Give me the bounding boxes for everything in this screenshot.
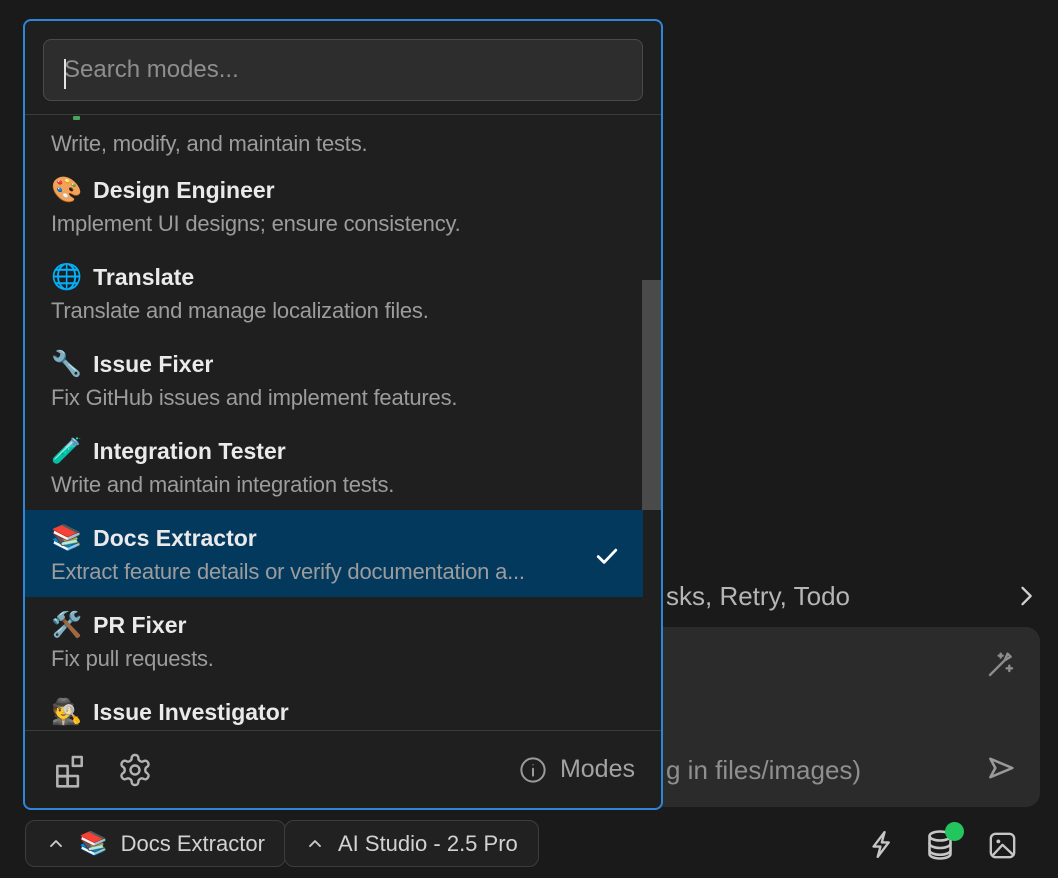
- globe-emoji-icon: 🌐: [51, 265, 82, 290]
- mode-name: Integration Tester: [93, 438, 286, 465]
- mode-item-design-engineer[interactable]: 🎨 Design Engineer Implement UI designs; en…: [25, 162, 643, 249]
- mode-item-issue-investigator[interactable]: 🕵️ Issue Investigator: [25, 684, 643, 730]
- settings-gear-icon[interactable]: [117, 752, 153, 788]
- text-caret: [64, 59, 66, 89]
- scrollbar-thumb[interactable]: [642, 280, 661, 510]
- context-condense-row: sks, Retry, Todo: [666, 574, 1040, 618]
- mode-description: Write and maintain integration tests.: [51, 471, 619, 499]
- mode-item-translate[interactable]: 🌐 Translate Translate and manage localizat…: [25, 249, 643, 336]
- mode-description: Extract feature details or verify docume…: [51, 558, 619, 586]
- books-emoji-icon: 📚: [79, 832, 108, 855]
- mode-description: Fix GitHub issues and implement features…: [51, 384, 619, 412]
- mode-description: Implement UI designs; ensure consistency…: [51, 210, 619, 238]
- image-icon[interactable]: [986, 829, 1019, 862]
- books-emoji-icon: 📚: [51, 526, 82, 551]
- mode-name: Docs Extractor: [93, 525, 257, 552]
- chevron-up-icon: [46, 834, 66, 854]
- chat-placeholder-fragment: g in files/images): [666, 755, 861, 786]
- mode-name: PR Fixer: [93, 612, 186, 639]
- mode-name: Design Engineer: [93, 177, 274, 204]
- mode-item-integration-tester[interactable]: 🧪 Integration Tester Write and maintain in…: [25, 423, 643, 510]
- mode-name: Issue Fixer: [93, 351, 213, 378]
- info-icon: [518, 755, 548, 785]
- chevron-right-icon[interactable]: [1012, 582, 1040, 610]
- context-row-text: sks, Retry, Todo: [666, 581, 850, 612]
- mode-item-pr-fixer[interactable]: 🛠️ PR Fixer Fix pull requests.: [25, 597, 643, 684]
- extensions-icon[interactable]: [51, 751, 89, 789]
- mode-name: Issue Investigator: [93, 699, 289, 726]
- send-icon[interactable]: [984, 751, 1018, 785]
- check-icon: [593, 542, 621, 570]
- mode-item-scrolled-partial[interactable]: Write, modify, and maintain tests.: [25, 115, 643, 162]
- mode-item-issue-fixer[interactable]: 🔧 Issue Fixer Fix GitHub issues and implem…: [25, 336, 643, 423]
- app-canvas: sks, Retry, Todo g in files/images) 📚 Do…: [0, 0, 1058, 878]
- mode-item-docs-extractor[interactable]: 📚 Docs Extractor Extract feature details o…: [25, 510, 643, 597]
- mode-picker-popover: Write, modify, and maintain tests. 🎨 Desig…: [23, 19, 663, 810]
- mode-selector-button[interactable]: 📚 Docs Extractor: [25, 820, 286, 867]
- mode-list: Write, modify, and maintain tests. 🎨 Desig…: [25, 115, 661, 730]
- hammer-wrench-emoji-icon: 🛠️: [51, 613, 82, 638]
- detective-emoji-icon: 🕵️: [51, 700, 82, 725]
- mode-name: Translate: [93, 264, 194, 291]
- mode-picker-footer: Modes: [25, 730, 661, 808]
- search-modes-input[interactable]: [43, 39, 643, 101]
- modes-info-label: Modes: [560, 755, 635, 784]
- test-tube-emoji-sliver: [73, 116, 80, 120]
- mode-description: Fix pull requests.: [51, 645, 619, 673]
- test-tube-emoji-icon: 🧪: [51, 439, 82, 464]
- flash-icon[interactable]: [866, 828, 899, 861]
- mode-description: Write, modify, and maintain tests.: [51, 130, 619, 158]
- model-selector-button[interactable]: AI Studio - 2.5 Pro: [284, 820, 539, 867]
- chevron-up-icon: [305, 834, 325, 854]
- palette-emoji-icon: 🎨: [51, 178, 82, 203]
- wrench-emoji-icon: 🔧: [51, 352, 82, 377]
- status-online-dot: [945, 822, 964, 841]
- search-wrap: [25, 21, 661, 114]
- mode-selector-label: Docs Extractor: [121, 831, 265, 857]
- sparkle-wand-icon[interactable]: [984, 649, 1016, 681]
- model-selector-label: AI Studio - 2.5 Pro: [338, 831, 518, 857]
- mode-description: Translate and manage localization files.: [51, 297, 619, 325]
- database-icon[interactable]: [922, 827, 958, 863]
- modes-info-link[interactable]: Modes: [518, 755, 635, 785]
